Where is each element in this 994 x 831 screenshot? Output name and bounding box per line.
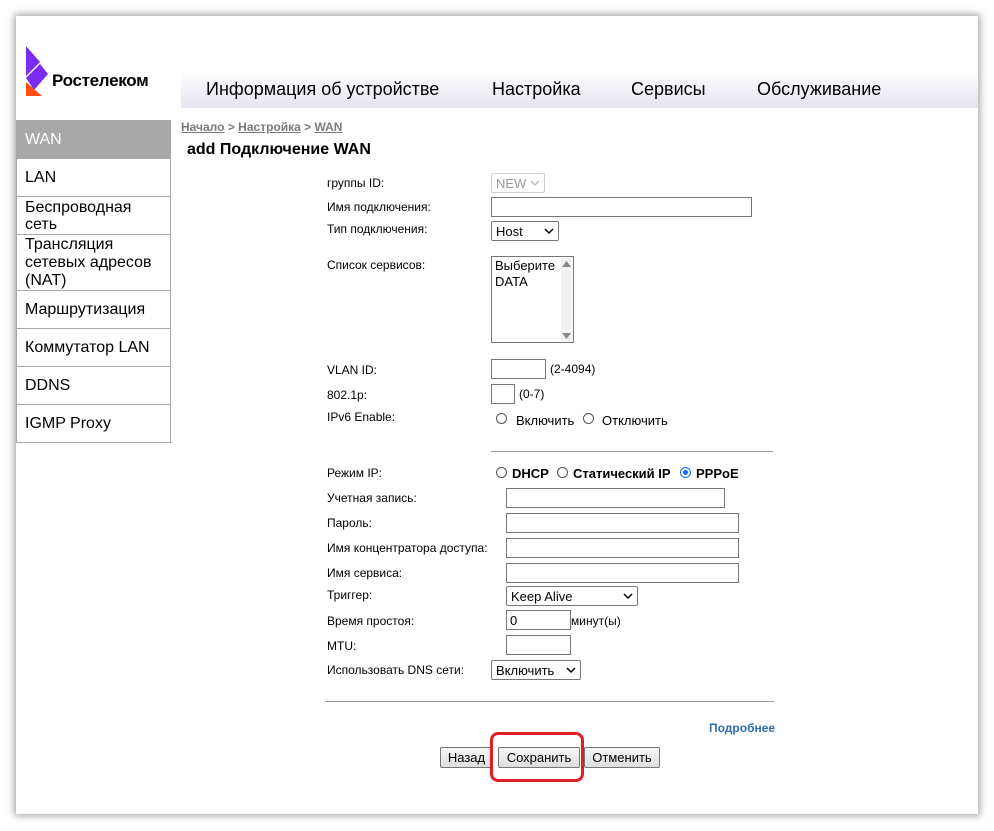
idle-time-input[interactable]	[506, 610, 571, 630]
trigger-label: Триггер:	[327, 588, 373, 602]
service-name-input[interactable]	[506, 563, 739, 583]
password-label: Пароль:	[327, 516, 372, 530]
ipv6-enable-label: IPv6 Enable:	[327, 410, 396, 424]
sidebar-item-wireless[interactable]: Беспроводная сеть	[16, 197, 171, 235]
topnav-settings[interactable]: Настройка	[492, 79, 581, 100]
use-dns-label: Использовать DNS сети:	[327, 663, 465, 677]
ip-mode-static-radio[interactable]	[557, 467, 568, 478]
account-input[interactable]	[506, 488, 725, 508]
breadcrumb-separator: >	[224, 120, 239, 134]
idle-time-unit: минут(ы)	[571, 614, 621, 628]
chevron-down-icon	[623, 593, 633, 600]
breadcrumb-separator: >	[300, 120, 315, 134]
chevron-down-icon	[566, 667, 576, 674]
ac-name-label: Имя концентратора доступа:	[327, 541, 488, 555]
priority-8021p-label: 802.1p:	[327, 388, 368, 402]
mtu-input[interactable]	[506, 635, 571, 655]
cancel-button[interactable]: Отменить	[584, 747, 660, 768]
breadcrumb-settings-link[interactable]: Настройка	[238, 120, 301, 134]
account-label: Учетная запись:	[327, 491, 417, 505]
scrollbar[interactable]	[561, 258, 572, 341]
more-info-link[interactable]: Подробнее	[709, 721, 775, 735]
ipv6-enable-option: Включить	[516, 413, 575, 428]
service-name-label: Имя сервиса:	[327, 566, 403, 580]
list-item[interactable]: DATA	[495, 274, 570, 290]
connection-type-value: Host	[496, 223, 523, 239]
sidebar-item-ddns[interactable]: DDNS	[16, 367, 171, 405]
sidebar-item-wan[interactable]: WAN	[16, 120, 171, 159]
connection-type-label: Тип подключения:	[327, 222, 428, 236]
service-list-label: Список сервисов:	[327, 258, 426, 272]
vlan-id-input[interactable]	[491, 359, 546, 379]
sidebar-item-lan-switch[interactable]: Коммутатор LAN	[16, 329, 171, 367]
page-title: add Подключение WAN	[187, 141, 371, 158]
trigger-select[interactable]: Keep Alive	[506, 586, 638, 606]
priority-8021p-hint: (0-7)	[519, 387, 545, 401]
list-item[interactable]: Выберите	[495, 258, 570, 274]
ip-mode-pppoe-option: PPPoE	[696, 466, 739, 481]
vlan-id-hint: (2-4094)	[550, 362, 596, 376]
sidebar-item-lan[interactable]: LAN	[16, 159, 171, 197]
connection-type-select[interactable]: Host	[491, 221, 559, 241]
password-input[interactable]	[506, 513, 739, 533]
divider	[491, 451, 773, 452]
ac-name-input[interactable]	[506, 538, 739, 558]
group-id-label: группы ID:	[327, 176, 385, 190]
sidebar-item-routing[interactable]: Маршрутизация	[16, 291, 171, 329]
ipv6-disable-radio[interactable]	[583, 413, 594, 424]
sidebar: WAN LAN Беспроводная сеть Трансляция сет…	[16, 120, 171, 443]
mtu-label: MTU:	[327, 639, 357, 653]
ip-mode-static-option: Статический IP	[573, 466, 671, 481]
connection-name-label: Имя подключения:	[327, 200, 431, 214]
service-list-listbox[interactable]: Выберите DATA	[491, 256, 574, 343]
save-button-highlight	[490, 732, 584, 782]
brand-name: Ростелеком	[52, 71, 149, 90]
connection-name-input[interactable]	[491, 197, 752, 217]
ip-mode-pppoe-radio[interactable]	[680, 467, 691, 478]
ip-mode-dhcp-option: DHCP	[512, 466, 549, 481]
sidebar-item-igmp-proxy[interactable]: IGMP Proxy	[16, 405, 171, 443]
ip-mode-dhcp-radio[interactable]	[496, 467, 507, 478]
sidebar-item-nat[interactable]: Трансляция сетевых адресов (NAT)	[16, 235, 171, 291]
scroll-arrows-icon	[562, 261, 571, 339]
ip-mode-label: Режим IP:	[327, 466, 383, 480]
breadcrumb-home-link[interactable]: Начало	[181, 120, 224, 134]
topnav-maintenance[interactable]: Обслуживание	[757, 79, 881, 100]
chevron-down-icon	[530, 180, 540, 187]
topnav-device-info[interactable]: Информация об устройстве	[206, 79, 439, 100]
idle-time-label: Время простоя:	[327, 614, 415, 628]
use-dns-value: Включить	[496, 662, 555, 678]
breadcrumb: Начало > Настройка > WAN	[181, 120, 342, 134]
group-id-value: NEW	[496, 175, 527, 191]
breadcrumb-wan-link[interactable]: WAN	[314, 120, 342, 134]
vlan-id-label: VLAN ID:	[327, 363, 378, 377]
divider	[325, 701, 774, 702]
group-id-select: NEW	[491, 173, 545, 193]
chevron-down-icon	[544, 228, 554, 235]
ipv6-enable-radio[interactable]	[496, 413, 507, 424]
back-button[interactable]: Назад	[440, 747, 493, 768]
top-navigation: Информация об устройстве Настройка Серви…	[181, 70, 978, 108]
topnav-services[interactable]: Сервисы	[631, 79, 706, 100]
use-dns-select[interactable]: Включить	[491, 660, 581, 680]
ipv6-disable-option: Отключить	[602, 413, 668, 428]
priority-8021p-input[interactable]	[491, 384, 515, 404]
trigger-value: Keep Alive	[511, 588, 573, 604]
